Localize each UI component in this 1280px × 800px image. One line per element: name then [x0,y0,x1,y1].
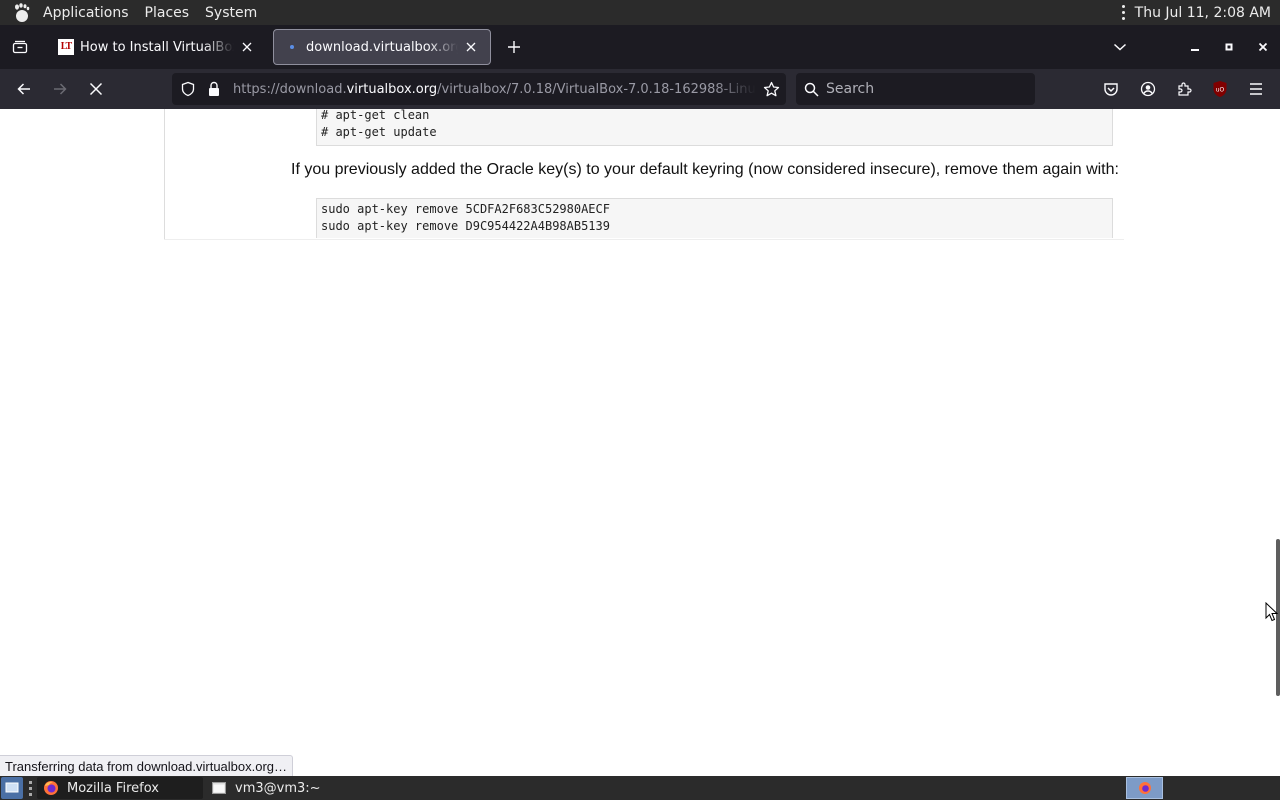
arrow-left-icon [17,83,30,95]
taskbar-label: Mozilla Firefox [67,780,159,796]
tab-title: How to Install VirtualBox on [80,39,234,55]
tab-download-virtualbox[interactable]: download.virtualbox.org/virtualbox [273,29,491,65]
svg-text:uO: uO [1216,87,1225,94]
url-domain: virtualbox.org [346,81,438,97]
extensions-button[interactable] [1168,73,1200,105]
gnome-foot-icon[interactable] [11,2,33,24]
star-icon [763,81,779,96]
taskbar-item-firefox[interactable]: Mozilla Firefox [37,777,203,799]
maximize-button[interactable] [1212,25,1246,69]
forward-button[interactable] [44,73,76,105]
system-menu[interactable]: System [197,0,265,25]
desktop-icon [5,782,19,793]
close-icon [1258,42,1268,52]
url-bar[interactable]: https://download.virtualbox.org/virtualb… [172,73,786,105]
clock[interactable]: Thu Jul 11, 2:08 AM [1135,5,1280,21]
search-icon [796,82,826,97]
code-block-apt-key-remove: sudo apt-key remove 5CDFA2F683C52980AECF… [316,198,1113,238]
taskbar-label: vm3@vm3:~ [235,780,321,796]
panel-more-icon[interactable] [1119,4,1129,22]
terminal-icon [211,780,227,796]
hamburger-menu-icon [1250,83,1262,95]
firefox-icon [43,780,59,796]
puzzle-icon [1178,82,1192,96]
search-bar[interactable]: Search [796,73,1035,105]
close-tab-icon[interactable] [462,38,480,56]
stop-icon [89,82,103,96]
page-bottom-border [164,239,1124,240]
close-window-button[interactable] [1246,25,1280,69]
tab-strip: LT How to Install VirtualBox on download… [0,25,1280,69]
workspace-switcher[interactable] [1126,777,1163,799]
pocket-button[interactable] [1095,73,1127,105]
lock-icon[interactable] [201,73,227,105]
firefox-icon [1138,782,1151,794]
plus-icon [508,41,520,53]
account-button[interactable] [1132,73,1164,105]
url-text[interactable]: https://download.virtualbox.org/virtualb… [227,82,756,97]
stop-button[interactable] [80,73,112,105]
applications-menu[interactable]: Applications [35,0,137,25]
paragraph-oracle-keys: If you previously added the Oracle key(s… [291,161,1119,178]
new-tab-button[interactable] [500,33,528,61]
bottom-taskbar: Mozilla Firefox vm3@vm3:~ [0,776,1280,800]
loading-favicon-icon [284,39,300,55]
minimize-button[interactable] [1178,25,1212,69]
chevron-down-icon [1113,43,1127,51]
firefox-view-icon [12,40,28,54]
code-block-apt-get: # apt-get clean # apt-get update [316,109,1113,146]
arrow-right-icon [54,83,67,95]
status-panel: Transferring data from download.virtualb… [0,755,294,776]
close-tab-icon[interactable] [238,38,256,56]
app-menu-button[interactable] [1240,73,1272,105]
minimize-icon [1191,49,1199,51]
url-prefix: https://download. [233,81,347,97]
top-panel: Applications Places System Thu Jul 11, 2… [0,0,1280,25]
taskbar-item-terminal[interactable]: vm3@vm3:~ [205,777,327,799]
taskbar-grip-icon [27,779,33,797]
tracking-protection-icon[interactable] [175,73,201,105]
list-all-tabs-button[interactable] [1105,33,1135,61]
mouse-cursor-icon [1265,602,1279,622]
tab-howto-virtualbox[interactable]: LT How to Install VirtualBox on [48,29,266,65]
search-placeholder: Search [826,81,875,97]
show-desktop-button[interactable] [1,777,23,799]
ublock-origin-button[interactable]: uO [1204,73,1236,105]
maximize-icon [1225,43,1233,51]
back-button[interactable] [8,73,40,105]
bookmark-star-button[interactable] [756,73,786,105]
page-left-border [164,109,165,240]
lt-favicon-icon: LT [58,39,74,55]
url-path: /virtualbox/7.0.18/VirtualBox-7.0.18-162… [437,81,756,97]
pocket-icon [1104,83,1118,96]
navigation-toolbar: https://download.virtualbox.org/virtualb… [0,69,1280,109]
window-controls [1178,25,1280,69]
firefox-view-button[interactable] [0,25,40,69]
ublock-origin-icon: uO [1213,81,1227,97]
page-content: # apt-get clean # apt-get update If you … [0,109,1280,776]
tab-title: download.virtualbox.org/virtualbox [306,39,458,55]
places-menu[interactable]: Places [137,0,198,25]
account-icon [1140,81,1156,97]
